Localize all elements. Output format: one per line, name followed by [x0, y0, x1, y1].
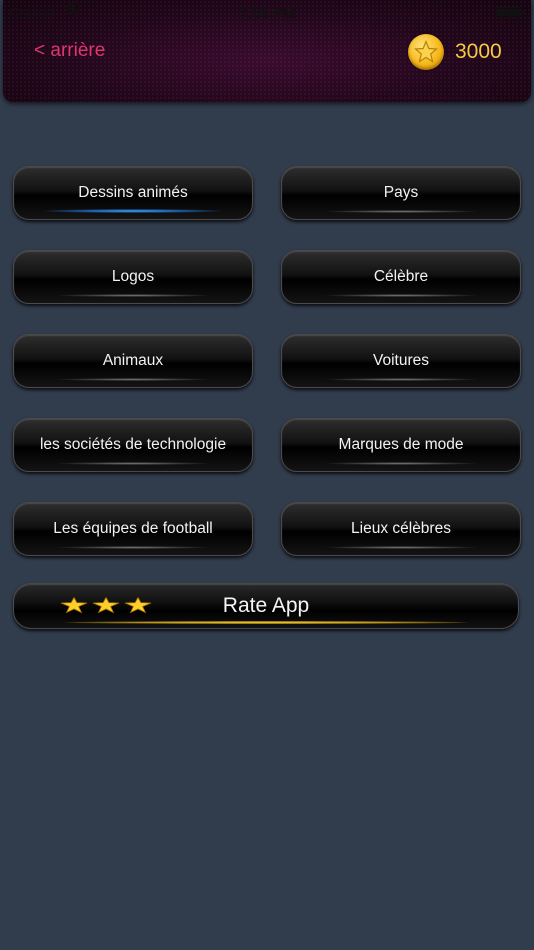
category-button[interactable]: Pays — [281, 166, 521, 220]
category-button[interactable]: les sociétés de technologie — [13, 418, 253, 472]
screen: Carrier 7:59 PM < arrière 3000 Dessins a… — [0, 0, 534, 950]
category-button[interactable]: Marques de mode — [281, 418, 521, 472]
category-button[interactable]: Voitures — [281, 334, 521, 388]
battery-icon — [496, 7, 525, 18]
coin-star-icon — [408, 34, 444, 70]
coin-count: 3000 — [455, 40, 502, 63]
category-label: Lieux célèbres — [351, 520, 451, 537]
status-time: 7:59 PM — [238, 5, 296, 22]
category-button[interactable]: Animaux — [13, 334, 253, 388]
rate-app-label: Rate App — [222, 594, 310, 617]
category-button[interactable]: Célèbre — [281, 250, 521, 304]
category-button[interactable]: Les équipes de football — [13, 502, 253, 556]
category-label: Marques de mode — [338, 436, 464, 453]
category-button[interactable]: Lieux célèbres — [281, 502, 521, 556]
rate-app-button[interactable]: Rate App — [13, 583, 519, 629]
category-button[interactable]: Dessins animés — [13, 166, 253, 220]
category-label: Logos — [111, 268, 155, 285]
back-button[interactable]: < arrière — [34, 40, 105, 62]
category-label: Animaux — [102, 352, 164, 369]
category-label: les sociétés de technologie — [39, 436, 227, 453]
category-label: Dessins animés — [78, 184, 188, 201]
category-label: Voitures — [372, 352, 429, 369]
status-bar: Carrier 7:59 PM — [0, 0, 534, 28]
category-label: Pays — [383, 184, 419, 201]
category-label: Célèbre — [373, 268, 429, 285]
category-button[interactable]: Logos — [13, 250, 253, 304]
category-label: Les équipes de football — [53, 520, 213, 537]
